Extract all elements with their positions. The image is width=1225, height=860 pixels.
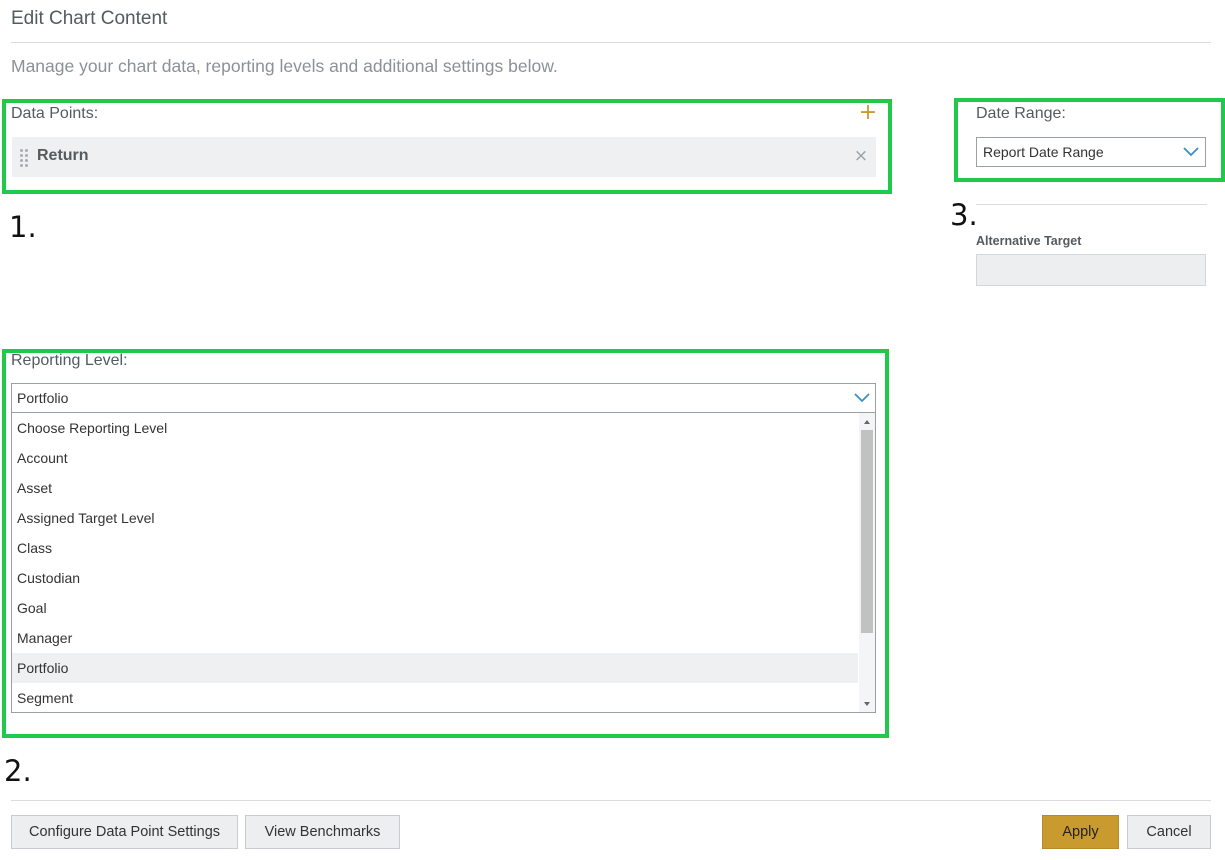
divider <box>11 800 1211 801</box>
add-data-point-icon[interactable]: + <box>858 102 878 124</box>
page-subtitle: Manage your chart data, reporting levels… <box>11 56 558 76</box>
date-range-label: Date Range: <box>976 105 1066 122</box>
reporting-level-select[interactable]: Portfolio <box>11 383 876 413</box>
drag-handle-icon[interactable] <box>20 149 30 167</box>
alternative-target-input[interactable] <box>976 254 1206 286</box>
list-item[interactable]: Assigned Target Level <box>12 503 858 533</box>
chevron-down-icon <box>854 393 870 403</box>
annotation-1: 1. <box>9 210 37 244</box>
cancel-button[interactable]: Cancel <box>1127 815 1211 849</box>
date-range-select[interactable]: Report Date Range <box>976 137 1206 167</box>
scroll-down-arrow-icon[interactable] <box>864 702 870 706</box>
date-range-value: Report Date Range <box>983 144 1104 160</box>
list-item[interactable]: Account <box>12 443 858 473</box>
reporting-level-dropdown-list[interactable]: Choose Reporting Level Account Asset Ass… <box>11 413 876 713</box>
view-benchmarks-button[interactable]: View Benchmarks <box>245 815 400 849</box>
list-item-selected[interactable]: Portfolio <box>12 653 858 683</box>
reporting-level-value: Portfolio <box>17 390 69 406</box>
scrollbar[interactable] <box>859 413 875 712</box>
divider <box>976 204 1207 205</box>
list-item[interactable]: Choose Reporting Level <box>12 413 858 443</box>
scroll-up-arrow-icon[interactable] <box>864 420 870 424</box>
scroll-thumb[interactable] <box>861 430 873 633</box>
list-item[interactable]: Asset <box>12 473 858 503</box>
divider <box>11 42 1211 43</box>
data-point-row[interactable]: Return × <box>12 137 876 177</box>
data-points-label: Data Points: <box>11 105 99 122</box>
list-item[interactable]: Class <box>12 533 858 563</box>
configure-data-point-settings-button[interactable]: Configure Data Point Settings <box>11 815 238 849</box>
list-item[interactable]: Custodian <box>12 563 858 593</box>
apply-button[interactable]: Apply <box>1042 815 1119 849</box>
remove-data-point-icon[interactable]: × <box>853 146 869 166</box>
annotation-3: 3. <box>950 198 978 232</box>
alternative-target-label: Alternative Target <box>976 234 1082 248</box>
list-item[interactable]: Segment <box>12 683 858 712</box>
list-item[interactable]: Manager <box>12 623 858 653</box>
page-title: Edit Chart Content <box>11 8 168 29</box>
data-point-name: Return <box>37 147 89 164</box>
reporting-level-label: Reporting Level: <box>11 352 128 369</box>
list-item[interactable]: Goal <box>12 593 858 623</box>
annotation-2: 2. <box>4 754 32 788</box>
chevron-down-icon <box>1183 147 1199 157</box>
